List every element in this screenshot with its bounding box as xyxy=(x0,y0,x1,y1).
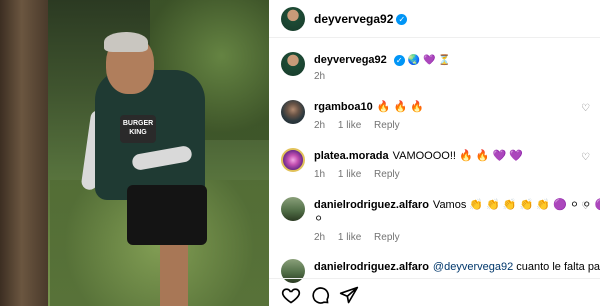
comment-body: cuanto le falta para xyxy=(516,261,600,273)
author-avatar[interactable] xyxy=(281,52,305,76)
comment-time: 2h xyxy=(314,232,326,243)
caption-time: 2h xyxy=(314,71,326,82)
caption-text: deyvervega92 ✓ 🌏 💜 ⏳ xyxy=(314,52,451,69)
comment-body: 🔥 🔥 🔥 xyxy=(376,101,424,113)
comment-likes[interactable]: 1 like xyxy=(338,120,361,131)
comment-text: danielrodriguez.alfaro Vamos 👏 👏 👏 👏 👏 🟣 … xyxy=(314,197,600,213)
player-shorts xyxy=(127,185,207,245)
comment-username[interactable]: rgamboa10 xyxy=(314,101,373,113)
verified-badge-icon: ✓ xyxy=(393,54,405,66)
comment-text-wrap: ⚪ xyxy=(314,211,323,227)
send-icon[interactable] xyxy=(339,285,359,305)
heart-icon[interactable]: ♡ xyxy=(581,104,591,114)
reply-button[interactable]: Reply xyxy=(374,232,400,243)
player-hair xyxy=(104,32,148,52)
comment-time: 1h xyxy=(314,169,326,180)
comment-text: danielrodriguez.alfaro @deyvervega92 cuan… xyxy=(314,259,600,275)
comment-icon[interactable] xyxy=(310,285,330,305)
caption-meta: 2h xyxy=(314,71,335,82)
comment-time: 2h xyxy=(314,120,326,131)
comment-meta: 2h 1 like Reply xyxy=(314,120,410,131)
heart-icon[interactable]: ♡ xyxy=(581,202,591,212)
reply-button[interactable]: Reply xyxy=(374,120,400,131)
commenter-avatar[interactable] xyxy=(281,100,305,124)
reply-button[interactable]: Reply xyxy=(374,169,400,180)
verified-badge-icon: ✓ xyxy=(396,14,408,26)
commenter-avatar[interactable] xyxy=(281,148,305,172)
comment-likes[interactable]: 1 like xyxy=(338,232,361,243)
post-header: deyvervega92 ✓ xyxy=(269,0,600,38)
comments-panel: deyvervega92 ✓ deyvervega92 ✓ 🌏 💜 ⏳ 2h rga… xyxy=(269,0,600,306)
heart-icon[interactable] xyxy=(281,285,301,305)
comment-username[interactable]: platea.morada xyxy=(314,150,389,162)
comment-body: Vamos 👏 👏 👏 👏 👏 🟣 ⚪ ⚪ 🟣 🟣 xyxy=(432,199,600,211)
comment-likes[interactable]: 1 like xyxy=(338,169,361,180)
player-leg xyxy=(160,245,188,306)
heart-icon[interactable]: ♡ xyxy=(581,153,591,163)
author-username[interactable]: deyvervega92 ✓ xyxy=(314,12,408,26)
comment-body-wrap: ⚪ xyxy=(314,213,324,225)
commenter-avatar[interactable] xyxy=(281,197,305,221)
comment-text: rgamboa10 🔥 🔥 🔥 xyxy=(314,99,424,115)
comment-username[interactable]: danielrodriguez.alfaro xyxy=(314,199,429,211)
action-bar xyxy=(269,278,600,306)
comment-text: platea.morada VAMOOOO!! 🔥 🔥 💜 💜 xyxy=(314,148,523,164)
post-photo[interactable]: BURGER KING xyxy=(0,0,269,306)
comment-meta: 2h 1 like Reply xyxy=(314,232,410,243)
author-avatar[interactable] xyxy=(281,7,305,31)
comment-mention[interactable]: @deyvervega92 xyxy=(433,261,513,273)
caption-emojis: 🌏 💜 ⏳ xyxy=(407,55,451,66)
comment-username[interactable]: danielrodriguez.alfaro xyxy=(314,261,429,273)
tree-trunk xyxy=(0,0,48,306)
sponsor-logo: BURGER KING xyxy=(120,115,156,143)
comment-meta: 1h 1 like Reply xyxy=(314,169,410,180)
comment-body: VAMOOOO!! 🔥 🔥 💜 💜 xyxy=(392,150,523,162)
caption-username[interactable]: deyvervega92 xyxy=(314,54,387,66)
